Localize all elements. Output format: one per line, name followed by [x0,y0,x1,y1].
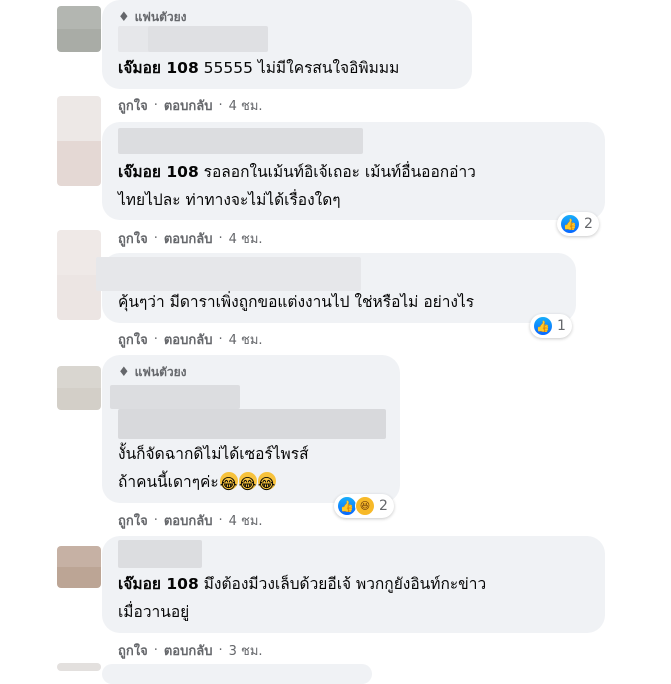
mention-author[interactable]: เจ๊มอย 108 [118,163,199,181]
timestamp[interactable]: 4 ชม. [229,329,263,350]
blurred-name [148,26,268,52]
comment-bubble: คุ้นๆว่า มีดาราเพิ่งถูกขอแต่งงานไป ใช่หร… [96,253,576,323]
mention-author[interactable]: เจ๊มอย 108 [118,575,199,593]
like-icon: 👍 [560,214,580,234]
comment-actions: ถูกใจ · ตอบกลับ · 4 ชม. [118,510,263,531]
reaction-count: 1 [557,318,566,334]
reaction-count: 2 [584,216,593,232]
separator: · [153,98,158,113]
avatar[interactable] [57,546,101,588]
avatar[interactable] [57,96,101,186]
comment-text: คุ้นๆว่า มีดาราเพิ่งถูกขอแต่งงานไป ใช่หร… [118,293,475,311]
reply-link[interactable]: ตอบกลับ [164,228,213,249]
comment-text: เจ๊มอย 108 รอลอกในเม้นท์อิเจ้เถอะ เม้นท์… [118,163,476,209]
reaction-count: 2 [379,498,388,514]
laughing-emoji-icon [238,470,257,498]
comment-actions: ถูกใจ · ตอบกลับ · 4 ชม. [118,329,263,350]
comment-bubble [102,664,372,684]
fan-badge: ♦ แฟนตัวยง [118,363,187,382]
reaction-summary[interactable]: 👍 2 [557,212,599,236]
avatar[interactable] [57,663,101,671]
comment-text: เจ๊มอย 108 มึงต้องมีวงเล็บด้วยอีเจ้ พวกก… [118,575,487,621]
fan-badge-label: แฟนตัวยง [134,10,187,24]
avatar[interactable] [57,366,101,410]
like-icon: 👍 [533,316,553,336]
separator: · [218,513,223,528]
avatar[interactable] [57,230,101,320]
comment-actions: ถูกใจ · ตอบกลับ · 4 ชม. [118,95,263,116]
separator: · [153,513,158,528]
like-link[interactable]: ถูกใจ [118,510,148,531]
comment-bubble: เจ๊มอย 108 มึงต้องมีวงเล็บด้วยอีเจ้ พวกก… [102,536,605,633]
avatar[interactable] [57,6,101,52]
timestamp[interactable]: 4 ชม. [229,228,263,249]
haha-icon: 😆 [355,496,375,516]
separator: · [218,231,223,246]
like-link[interactable]: ถูกใจ [118,329,148,350]
separator: · [153,643,158,658]
timestamp[interactable]: 3 ชม. [229,640,263,661]
comment-actions: ถูกใจ · ตอบกลับ · 3 ชม. [118,640,263,661]
separator: · [218,643,223,658]
laughing-emoji-icon [257,470,276,498]
blurred-name [96,257,361,291]
fan-badge-label: แฟนตัวยง [134,365,187,379]
blurred-name [118,409,386,439]
separator: · [153,231,158,246]
reaction-summary[interactable]: 👍 1 [530,314,572,338]
blurred-name [118,540,202,568]
reply-link[interactable]: ตอบกลับ [164,329,213,350]
comment-bubble: ♦ แฟนตัวยง งั้นก็จัดฉากดิไม่ได้เซอร์ไพรส… [102,355,400,503]
diamond-icon: ♦ [118,10,130,25]
mention-author[interactable]: เจ๊มอย 108 [118,59,199,77]
comment-bubble: ♦ แฟนตัวยง เจ๊มอย 108 55555 ไม่มีใครสนใจ… [102,0,472,89]
reaction-summary[interactable]: 👍 😆 2 [334,494,394,518]
laughing-emoji-icon [219,470,238,498]
like-link[interactable]: ถูกใจ [118,640,148,661]
comment-text: เจ๊มอย 108 55555 ไม่มีใครสนใจอิพิมมม [118,59,400,77]
blurred-name [118,128,363,154]
like-icon: 👍 [337,496,357,516]
like-link[interactable]: ถูกใจ [118,228,148,249]
diamond-icon: ♦ [118,365,130,380]
separator: · [218,98,223,113]
separator: · [153,332,158,347]
reply-link[interactable]: ตอบกลับ [164,640,213,661]
separator: · [218,332,223,347]
comment-actions: ถูกใจ · ตอบกลับ · 4 ชม. [118,228,263,249]
comment-bubble: เจ๊มอย 108 รอลอกในเม้นท์อิเจ้เถอะ เม้นท์… [102,122,605,220]
timestamp[interactable]: 4 ชม. [229,510,263,531]
reply-link[interactable]: ตอบกลับ [164,95,213,116]
like-link[interactable]: ถูกใจ [118,95,148,116]
blurred-name [110,385,240,409]
comment-text: งั้นก็จัดฉากดิไม่ได้เซอร์ไพรส์ ถ้าคนนี้เด… [118,440,309,498]
timestamp[interactable]: 4 ชม. [229,95,263,116]
fan-badge: ♦ แฟนตัวยง [118,8,187,27]
reply-link[interactable]: ตอบกลับ [164,510,213,531]
